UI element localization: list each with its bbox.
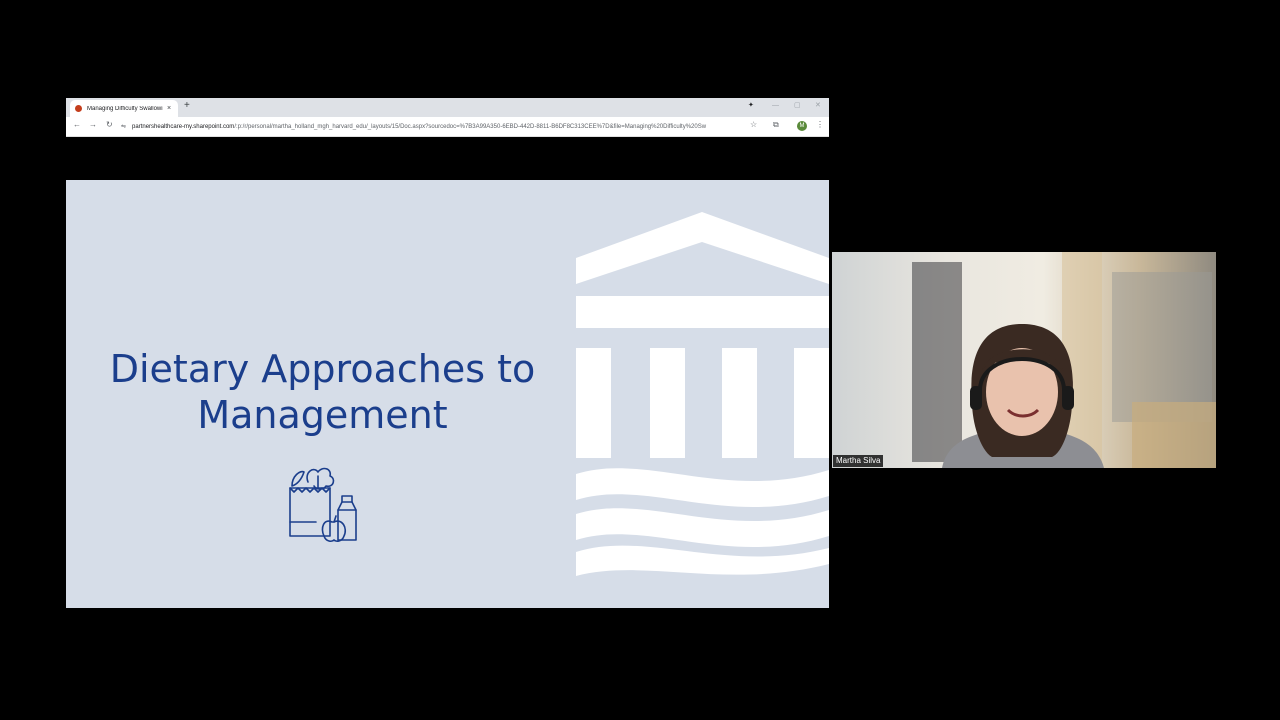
minimize-icon[interactable]: — [772,102,779,109]
slide-title-line-1: Dietary Approaches to [109,347,536,391]
hospital-logo-icon [576,212,829,576]
site-info-icon[interactable]: ⇋ [121,123,126,130]
url-path: /:p:/r/personal/martha_holland_mgh_harva… [234,123,707,130]
viewer-header [66,137,829,180]
menu-icon[interactable]: ⋮ [816,121,824,129]
presentation-slide: Dietary Approaches to Management [66,180,829,608]
grocery-bag-icon [289,467,357,542]
tab-managing-difficulty-swallowing[interactable]: Managing Difficulty Swallowin × [70,100,178,117]
tab-strip: Managing Difficulty Swallowin × + ✦ — ▢ … [66,98,829,117]
new-tab-button[interactable]: + [184,101,190,111]
reload-icon[interactable]: ↻ [106,121,113,129]
browser-toolbar: ← → ↻ ⇋ partnershealthcare-my.sharepoint… [66,117,829,137]
browser-window: Managing Difficulty Swallowin × + ✦ — ▢ … [66,98,829,620]
profile-avatar[interactable]: M [797,121,807,131]
participant-name-label: Martha Silva [833,455,884,467]
tab-title: Managing Difficulty Swallowin [87,105,163,112]
tab-search-icon[interactable]: ✦ [748,102,754,109]
maximize-icon[interactable]: ▢ [794,102,801,109]
address-bar[interactable]: ⇋ partnershealthcare-my.sharepoint.com /… [121,120,743,133]
star-icon[interactable]: ☆ [750,121,757,129]
forward-icon[interactable]: → [89,121,97,129]
extensions-icon[interactable]: ⧉ [773,121,779,129]
window-close-icon[interactable]: ✕ [815,102,821,109]
tab-close-icon[interactable]: × [167,105,171,112]
url-host: partnershealthcare-my.sharepoint.com [132,123,235,130]
powerpoint-favicon-icon [75,105,82,112]
slide-title-line-2: Management [197,393,448,437]
participant-video-tile: Martha Silva [832,252,1216,468]
slide-title: Dietary Approaches to Management [86,346,559,438]
back-icon[interactable]: ← [73,121,81,129]
participant-video-feed [912,252,1216,468]
